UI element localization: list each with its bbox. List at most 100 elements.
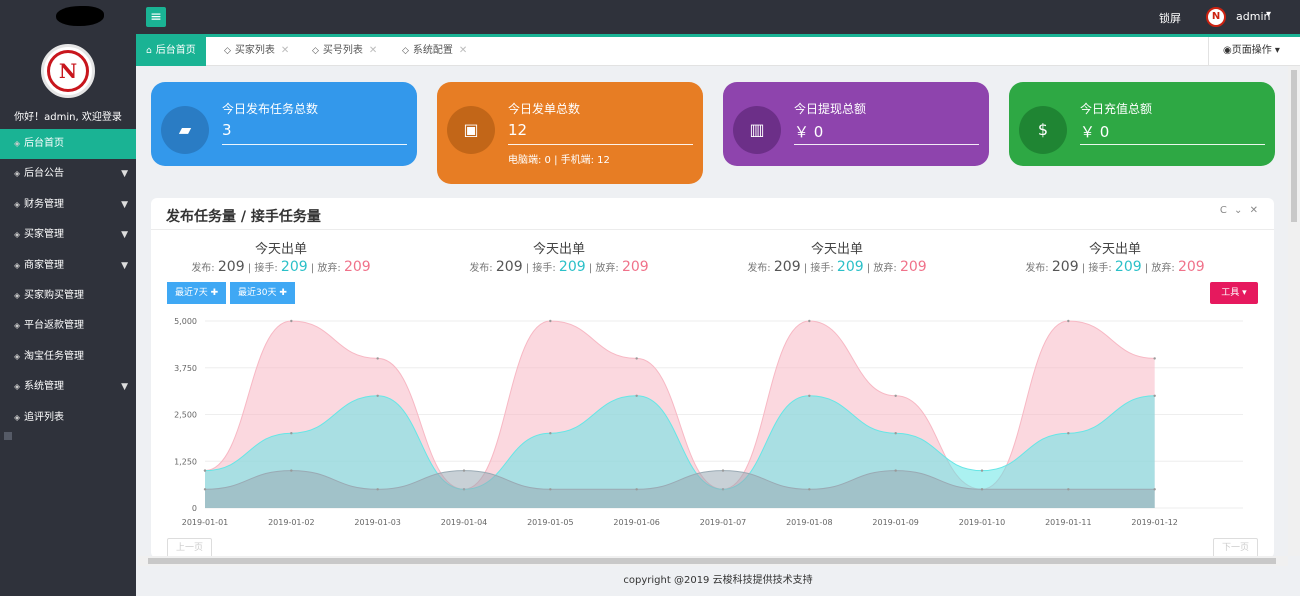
data-point[interactable] bbox=[1067, 319, 1070, 323]
summary-title: 今天出单 bbox=[1088, 242, 1141, 257]
sidebar-item-label: 后台公告 bbox=[24, 168, 64, 180]
next-page-button[interactable]: 下一页 bbox=[1213, 538, 1259, 558]
sidebar-item-label: 淘宝任务管理 bbox=[24, 350, 84, 362]
x-tick-label: 2019-01-10 bbox=[959, 518, 1006, 527]
tools-button[interactable]: 工具 ▾ bbox=[1210, 282, 1258, 304]
collapse-handle[interactable] bbox=[4, 432, 12, 440]
prev-page-button[interactable]: 上一页 bbox=[167, 538, 213, 558]
data-point[interactable] bbox=[808, 319, 811, 323]
data-point[interactable] bbox=[1153, 394, 1156, 397]
sidebar-item[interactable]: ◈ 买家购买管理 bbox=[0, 281, 136, 311]
data-point[interactable] bbox=[290, 432, 293, 435]
accept-label: 接手: bbox=[810, 263, 834, 274]
tab-account-list[interactable]: ◇ 买号列表 ✕ bbox=[312, 37, 377, 66]
sidebar-item[interactable]: ◈ 买家管理 ▼ bbox=[0, 220, 136, 250]
stat-card: $ 今日充值总额 ￥ 0 bbox=[1009, 82, 1275, 166]
data-point[interactable] bbox=[376, 357, 379, 360]
data-point[interactable] bbox=[462, 469, 466, 472]
daily-summary: 今天出单 发布: 209 | 接手: 209 | 放弃: 209 bbox=[429, 238, 689, 275]
card-value: ￥ 0 bbox=[1080, 123, 1110, 141]
last-7-days-button[interactable]: 最近7天 ✚ bbox=[167, 282, 227, 304]
close-icon[interactable]: ✕ bbox=[459, 45, 467, 56]
y-tick-label: 2,500 bbox=[174, 411, 197, 420]
close-icon[interactable]: ✕ bbox=[369, 45, 377, 56]
sidebar-item[interactable]: ◈ 后台首页 bbox=[0, 129, 136, 160]
data-point[interactable] bbox=[549, 319, 552, 323]
refresh-icon[interactable]: C bbox=[1220, 205, 1229, 216]
data-point[interactable] bbox=[1067, 432, 1070, 435]
x-tick-label: 2019-01-01 bbox=[182, 518, 229, 527]
caret-down-icon[interactable]: ▾ bbox=[1266, 9, 1271, 20]
collapse-icon[interactable]: ⌄ bbox=[1234, 205, 1244, 216]
tab-icon: ◇ bbox=[224, 46, 231, 56]
abandon-count: 209 bbox=[343, 259, 371, 275]
data-point[interactable] bbox=[894, 394, 897, 397]
sidebar-item[interactable]: ◈ 追评列表 bbox=[0, 403, 136, 433]
data-point[interactable] bbox=[290, 469, 293, 472]
summary-row: 发布: 209 | 接手: 209 | 放弃: 209 bbox=[469, 259, 649, 275]
sidebar-item[interactable]: ◈ 商家管理 ▼ bbox=[0, 251, 136, 281]
avatar[interactable]: N bbox=[1206, 7, 1226, 27]
briefcase-icon: ▣ bbox=[447, 106, 495, 154]
data-point[interactable] bbox=[376, 394, 379, 397]
sidebar-item[interactable]: ◈ 系统管理 ▼ bbox=[0, 372, 136, 402]
lock-screen-link[interactable]: 锁屏 bbox=[1159, 10, 1181, 26]
data-point[interactable] bbox=[808, 394, 811, 397]
data-point[interactable] bbox=[1067, 488, 1070, 491]
close-icon[interactable]: ✕ bbox=[1250, 205, 1260, 216]
data-point[interactable] bbox=[721, 469, 725, 472]
close-icon[interactable]: ✕ bbox=[281, 45, 289, 56]
x-tick-label: 2019-01-09 bbox=[872, 518, 919, 527]
menu-toggle-icon[interactable]: ≡ bbox=[146, 7, 166, 27]
area-chart: 0 1,250 2,500 3,750 5,000 2019-01-01 2019-01-0… bbox=[174, 317, 1243, 527]
dollar-icon: $ bbox=[1019, 106, 1067, 154]
divider bbox=[222, 144, 407, 145]
tab-home[interactable]: ⌂ 后台首页 bbox=[136, 37, 206, 66]
data-point[interactable] bbox=[549, 432, 552, 435]
data-point[interactable] bbox=[980, 469, 984, 472]
btn-label: 工具 bbox=[1221, 288, 1240, 298]
page-operations-dropdown[interactable]: ◉页面操作 ▾ bbox=[1208, 37, 1300, 66]
caret-down-icon: ▼ bbox=[121, 169, 128, 180]
caret-down-icon: ▼ bbox=[121, 260, 128, 271]
data-point[interactable] bbox=[894, 432, 897, 435]
caret-down-icon: ▼ bbox=[121, 199, 128, 210]
sidebar-item-label: 商家管理 bbox=[24, 259, 64, 271]
data-point[interactable] bbox=[635, 357, 638, 360]
data-point[interactable] bbox=[203, 488, 207, 491]
top-navbar: ≡ 锁屏 N admin ▾ bbox=[0, 0, 1300, 34]
tab-system-config[interactable]: ◇ 系统配置 ✕ bbox=[402, 37, 467, 66]
summary-row: 发布: 209 | 接手: 209 | 放弃: 209 bbox=[747, 259, 927, 275]
scroll-thumb[interactable] bbox=[148, 558, 1276, 564]
panel-tools[interactable]: C ⌄ ✕ bbox=[1220, 205, 1260, 216]
data-point[interactable] bbox=[980, 488, 984, 491]
data-point[interactable] bbox=[635, 488, 638, 491]
card-value: 3 bbox=[222, 121, 232, 139]
tab-buyer-list[interactable]: ◇ 买家列表 ✕ bbox=[224, 37, 289, 66]
sidebar-item[interactable]: ◈ 后台公告 ▼ bbox=[0, 159, 136, 189]
last-30-days-button[interactable]: 最近30天 ✚ bbox=[230, 282, 295, 304]
scroll-thumb[interactable] bbox=[1291, 70, 1297, 222]
data-point[interactable] bbox=[203, 469, 207, 472]
data-point[interactable] bbox=[1153, 357, 1156, 360]
data-point[interactable] bbox=[894, 469, 897, 472]
card-subtext: 电脑端: 0 | 手机端: 12 bbox=[508, 155, 610, 166]
sidebar-item[interactable]: ◈ 财务管理 ▼ bbox=[0, 190, 136, 220]
abandon-count: 209 bbox=[899, 259, 927, 275]
tab-label: 系统配置 bbox=[412, 45, 453, 56]
sidebar-item[interactable]: ◈ 平台返款管理 bbox=[0, 311, 136, 341]
horizontal-scrollbar[interactable] bbox=[138, 556, 1288, 566]
data-point[interactable] bbox=[808, 488, 811, 491]
x-tick-label: 2019-01-07 bbox=[700, 518, 747, 527]
data-point[interactable] bbox=[1153, 488, 1156, 491]
data-point[interactable] bbox=[635, 394, 638, 397]
accept-count: 209 bbox=[280, 259, 308, 275]
data-point[interactable] bbox=[549, 488, 552, 491]
sidebar-item-label: 财务管理 bbox=[24, 198, 64, 210]
data-point[interactable] bbox=[290, 319, 293, 323]
diamond-icon: ◈ bbox=[14, 412, 21, 422]
vertical-scrollbar[interactable] bbox=[1288, 66, 1300, 556]
sidebar-item[interactable]: ◈ 淘宝任务管理 bbox=[0, 342, 136, 372]
x-tick-label: 2019-01-03 bbox=[354, 518, 401, 527]
data-point[interactable] bbox=[376, 488, 379, 491]
